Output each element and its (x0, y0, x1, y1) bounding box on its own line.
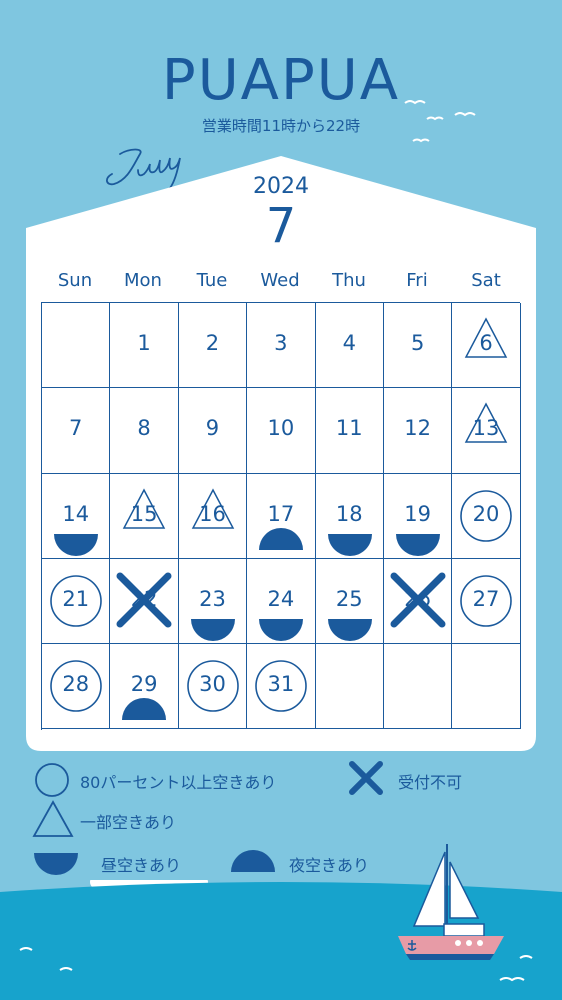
day-number: 3 (274, 331, 288, 355)
calendar-day-28: 28 (42, 644, 111, 730)
calendar-grid: 1 2 3 4 5 6 7 8 9 10 11 12 13 14 15 16 17 18 19 20 21 22 23 24 2… (41, 302, 521, 730)
lower-half-circle-legend-icon (34, 853, 78, 875)
legend-closed-label: 受付不可 (398, 773, 463, 792)
day-number: 22 (130, 586, 158, 611)
day-number: 15 (130, 501, 158, 526)
calendar-day-9: 9 (178, 388, 248, 474)
day-number: 1 (137, 331, 151, 355)
calendar-day-19: 19 (383, 473, 453, 559)
day-number: 23 (199, 586, 226, 611)
legend-night-label: 夜空きあり (289, 856, 370, 875)
calendar-day-26: 26 (383, 558, 453, 645)
calendar-day-23: 23 (178, 558, 248, 645)
weekday-mon: Mon (124, 270, 162, 291)
calendar-day-6: 6 (452, 303, 521, 389)
day-number: 10 (267, 416, 295, 441)
calendar-day-16: 16 (178, 473, 248, 559)
calendar-day-4: 4 (315, 303, 384, 389)
calendar-empty-cell (383, 644, 453, 730)
weekday-wed: Wed (260, 270, 300, 291)
weekday-tue: Tue (196, 270, 228, 291)
calendar-day-13: 13 (452, 388, 521, 474)
calendar-day-29: 29 (110, 644, 179, 730)
upper-half-circle-legend-icon (231, 850, 275, 872)
calendar-day-7: 7 (42, 388, 111, 474)
day-number: 26 (404, 586, 432, 611)
calendar-day-20: 20 (452, 473, 521, 559)
day-number: 18 (335, 501, 363, 526)
day-number: 2 (205, 331, 220, 355)
calendar-day-11: 11 (315, 388, 384, 474)
calendar-day-17: 17 (247, 473, 316, 559)
day-number: 24 (267, 586, 295, 611)
day-number: 9 (205, 416, 220, 441)
legend-lunch-label: 昼空きあり (101, 856, 182, 875)
calendar-year: 2024 (253, 174, 309, 199)
day-number: 4 (342, 331, 356, 355)
calendar-day-27: 27 (452, 558, 521, 645)
seagulls-decoration (404, 100, 476, 143)
day-number: 6 (479, 331, 493, 355)
legend-available-label: 80パーセント以上空きあり (80, 773, 277, 792)
weekday-sat: Sat (471, 270, 501, 291)
day-number: 29 (130, 672, 158, 697)
calendar-day-14: 14 (42, 473, 111, 559)
calendar-day-31: 31 (247, 644, 316, 730)
day-number: 12 (404, 416, 432, 441)
day-number: 5 (410, 331, 425, 355)
day-number: 11 (335, 416, 363, 441)
day-number: 28 (62, 672, 90, 697)
calendar-day-12: 12 (383, 388, 453, 474)
calendar-month: 7 (265, 198, 297, 254)
calendar-day-25: 25 (315, 558, 384, 645)
weekday-thu: Thu (332, 270, 366, 291)
calendar-day-30: 30 (178, 644, 248, 730)
calendar-empty-cell (315, 644, 384, 730)
day-number: 17 (267, 501, 295, 526)
calendar-day-2: 2 (178, 303, 248, 389)
triangle-legend-icon (32, 800, 74, 837)
day-number: 7 (69, 416, 83, 441)
calendar-empty-cell (42, 303, 111, 389)
day-number: 21 (62, 586, 90, 611)
weekday-sun: Sun (57, 270, 93, 291)
day-number: 13 (472, 416, 500, 441)
day-number: 27 (472, 586, 500, 611)
calendar-day-22: 22 (110, 558, 179, 645)
calendar-day-18: 18 (315, 473, 384, 559)
calendar-day-1: 1 (110, 303, 179, 389)
calendar-day-5: 5 (383, 303, 453, 389)
day-number: 14 (62, 501, 90, 526)
calendar-day-21: 21 (42, 558, 111, 645)
day-number: 8 (137, 416, 151, 441)
calendar-day-24: 24 (247, 558, 316, 645)
calendar-empty-cell (452, 644, 521, 730)
day-number: 25 (335, 586, 363, 611)
sailboat-illustration (398, 844, 504, 960)
day-number: 16 (199, 501, 226, 526)
calendar-day-3: 3 (247, 303, 316, 389)
calendar-day-15: 15 (110, 473, 179, 559)
calendar-day-10: 10 (247, 388, 316, 474)
weekday-fri: Fri (406, 270, 428, 291)
calendar-day-8: 8 (110, 388, 179, 474)
day-number: 30 (199, 672, 226, 697)
legend-partial-label: 一部空きあり (80, 813, 177, 832)
day-number: 19 (404, 501, 432, 526)
day-number: 31 (267, 672, 295, 697)
day-number: 20 (472, 501, 500, 526)
circle-legend-icon (35, 763, 69, 797)
cross-legend-icon (349, 761, 383, 795)
